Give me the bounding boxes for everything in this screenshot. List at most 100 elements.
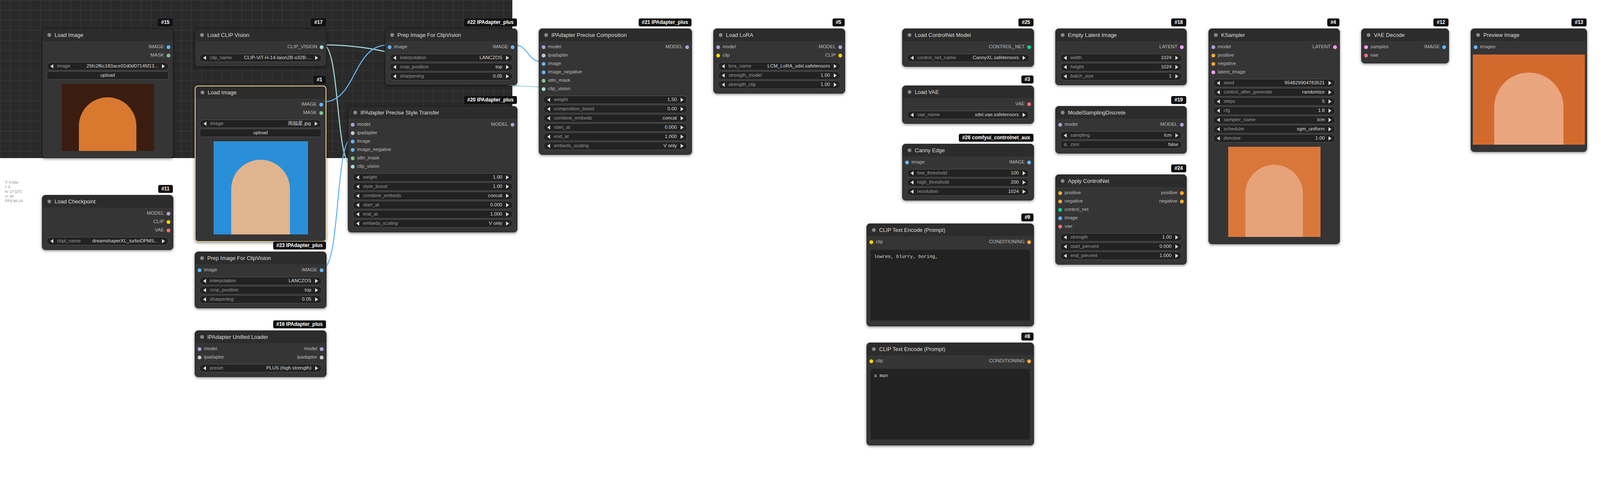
toggle-widget[interactable]: zsnrfalse bbox=[1059, 140, 1183, 149]
number-widget[interactable]: end_at1.000 bbox=[352, 210, 513, 219]
input-slot[interactable]: model bbox=[1211, 43, 1231, 51]
decrement-arrow-icon[interactable] bbox=[1063, 244, 1068, 249]
increment-arrow-icon[interactable] bbox=[314, 279, 319, 284]
increment-arrow-icon[interactable] bbox=[1328, 90, 1332, 95]
output-slot[interactable]: MODEL bbox=[818, 43, 843, 51]
number-widget[interactable]: sharpening0.05 bbox=[389, 72, 513, 81]
slot-dot[interactable] bbox=[166, 53, 171, 58]
increment-arrow-icon[interactable] bbox=[161, 64, 165, 69]
increment-arrow-icon[interactable] bbox=[314, 297, 319, 302]
decrement-arrow-icon[interactable] bbox=[910, 180, 914, 185]
input-slot[interactable]: ipadapter bbox=[350, 129, 378, 137]
decrement-arrow-icon[interactable] bbox=[50, 64, 54, 69]
decrement-arrow-icon[interactable] bbox=[1063, 65, 1068, 70]
input-slot[interactable]: image bbox=[197, 266, 217, 274]
combo-widget[interactable]: sampler_namelcm bbox=[1213, 115, 1336, 125]
slot-dot[interactable] bbox=[510, 45, 515, 50]
node-header[interactable]: Load VAE bbox=[902, 86, 1034, 99]
collapse-dot[interactable] bbox=[1060, 33, 1065, 37]
number-widget[interactable]: steps5 bbox=[1213, 97, 1336, 106]
slot-dot[interactable] bbox=[1211, 70, 1216, 75]
number-widget[interactable]: start_percent0.000 bbox=[1059, 242, 1183, 251]
decrement-arrow-icon[interactable] bbox=[1063, 235, 1068, 240]
collapse-dot[interactable] bbox=[871, 228, 876, 233]
decrement-arrow-icon[interactable] bbox=[356, 221, 360, 226]
output-slot[interactable]: MODEL bbox=[490, 120, 515, 128]
slot-dot[interactable] bbox=[1027, 45, 1031, 50]
increment-arrow-icon[interactable] bbox=[833, 82, 837, 87]
collapse-dot[interactable] bbox=[1476, 33, 1480, 37]
number-widget[interactable]: composition_boost0.00 bbox=[543, 104, 688, 114]
slot-dot[interactable] bbox=[1058, 122, 1063, 127]
prompt-textarea[interactable]: a man bbox=[870, 368, 1031, 441]
input-slot[interactable]: negative bbox=[1058, 197, 1083, 205]
slot-dot[interactable] bbox=[510, 122, 515, 127]
output-slot[interactable]: IMAGE bbox=[492, 43, 515, 51]
graph-node[interactable]: #11Load CheckpointMODELCLIPVAEckpt_named… bbox=[41, 195, 174, 251]
slot-dot[interactable] bbox=[541, 78, 546, 83]
slot-dot[interactable] bbox=[541, 53, 546, 58]
collapse-dot[interactable] bbox=[47, 33, 52, 37]
increment-arrow-icon[interactable] bbox=[1174, 235, 1179, 240]
increment-arrow-icon[interactable] bbox=[314, 121, 318, 126]
node-header[interactable]: Load Checkpoint bbox=[42, 195, 173, 208]
slot-dot[interactable] bbox=[166, 220, 171, 225]
combo-widget[interactable]: image周福星.jpg bbox=[199, 119, 322, 128]
decrement-arrow-icon[interactable] bbox=[547, 116, 551, 121]
slot-dot[interactable] bbox=[350, 164, 355, 169]
output-slot[interactable]: MASK bbox=[302, 109, 324, 117]
slot-dot[interactable] bbox=[1058, 224, 1063, 229]
node-header[interactable]: IPAdapter Precise Style Transfer bbox=[348, 106, 517, 119]
slot-dot[interactable] bbox=[197, 355, 202, 360]
graph-node[interactable]: #26 comfyui_controlnet_auxCanny Edgeimag… bbox=[902, 143, 1034, 201]
node-header[interactable]: Load Image bbox=[42, 28, 173, 42]
slot-dot[interactable] bbox=[541, 62, 546, 66]
increment-arrow-icon[interactable] bbox=[161, 239, 165, 244]
combo-widget[interactable]: presetPLUS (high strength) bbox=[199, 364, 322, 373]
decrement-arrow-icon[interactable] bbox=[393, 74, 397, 79]
output-slot[interactable]: MODEL bbox=[1160, 120, 1184, 128]
graph-node[interactable]: #18Empty Latent ImageLATENTwidth1024heig… bbox=[1055, 28, 1187, 86]
slot-dot[interactable] bbox=[1211, 53, 1216, 58]
decrement-arrow-icon[interactable] bbox=[356, 193, 360, 199]
graph-node[interactable]: #25Load ControlNet ModelCONTROL_NETcontr… bbox=[902, 28, 1034, 67]
collapse-dot[interactable] bbox=[1060, 110, 1065, 115]
collapse-dot[interactable] bbox=[907, 33, 912, 37]
graph-node[interactable]: #20 IPAdapter_plusIPAdapter Precise Styl… bbox=[347, 106, 518, 233]
increment-arrow-icon[interactable] bbox=[505, 65, 509, 70]
output-slot[interactable]: MASK bbox=[150, 51, 171, 59]
collapse-dot[interactable] bbox=[871, 347, 876, 352]
input-slot[interactable]: vae bbox=[1364, 51, 1379, 59]
decrement-arrow-icon[interactable] bbox=[1216, 117, 1221, 123]
increment-arrow-icon[interactable] bbox=[1022, 189, 1026, 194]
combo-widget[interactable]: samplinglcm bbox=[1059, 131, 1183, 140]
output-slot[interactable]: negative bbox=[1159, 197, 1184, 205]
slot-dot[interactable] bbox=[1442, 45, 1447, 50]
node-header[interactable]: Load ControlNet Model bbox=[902, 28, 1034, 42]
decrement-arrow-icon[interactable] bbox=[203, 121, 207, 126]
combo-widget[interactable]: image25fc2f6c183ace02d0d07145f13... bbox=[46, 62, 169, 71]
node-header[interactable]: ModelSamplingDiscrete bbox=[1055, 106, 1187, 119]
upload-button[interactable]: upload bbox=[199, 128, 322, 138]
output-slot[interactable]: CONDITIONING bbox=[989, 357, 1031, 365]
slot-dot[interactable] bbox=[685, 45, 690, 50]
number-widget[interactable]: batch_size1 bbox=[1059, 72, 1183, 81]
increment-arrow-icon[interactable] bbox=[1174, 253, 1179, 259]
graph-node[interactable]: #9CLIP Text Encode (Prompt)clipCONDITION… bbox=[866, 223, 1034, 327]
slot-dot[interactable] bbox=[838, 45, 843, 50]
decrement-arrow-icon[interactable] bbox=[721, 73, 726, 78]
increment-arrow-icon[interactable] bbox=[314, 288, 319, 293]
decrement-arrow-icon[interactable] bbox=[1216, 108, 1221, 113]
number-widget[interactable]: start_at0.000 bbox=[352, 200, 513, 210]
input-slot[interactable]: clip bbox=[869, 238, 883, 246]
number-widget[interactable]: strength_model1.00 bbox=[717, 71, 841, 80]
increment-arrow-icon[interactable] bbox=[505, 212, 509, 217]
increment-arrow-icon[interactable] bbox=[1022, 171, 1026, 176]
input-slot[interactable]: ipadapter bbox=[197, 353, 225, 361]
increment-arrow-icon[interactable] bbox=[680, 125, 684, 130]
node-header[interactable]: IPAdapter Precise Composition bbox=[539, 28, 692, 42]
increment-arrow-icon[interactable] bbox=[1328, 80, 1332, 86]
number-widget[interactable]: end_percent1.000 bbox=[1059, 251, 1183, 261]
number-widget[interactable]: cfg1.8 bbox=[1213, 106, 1336, 115]
node-header[interactable]: Prep Image For ClipVision bbox=[385, 28, 517, 42]
